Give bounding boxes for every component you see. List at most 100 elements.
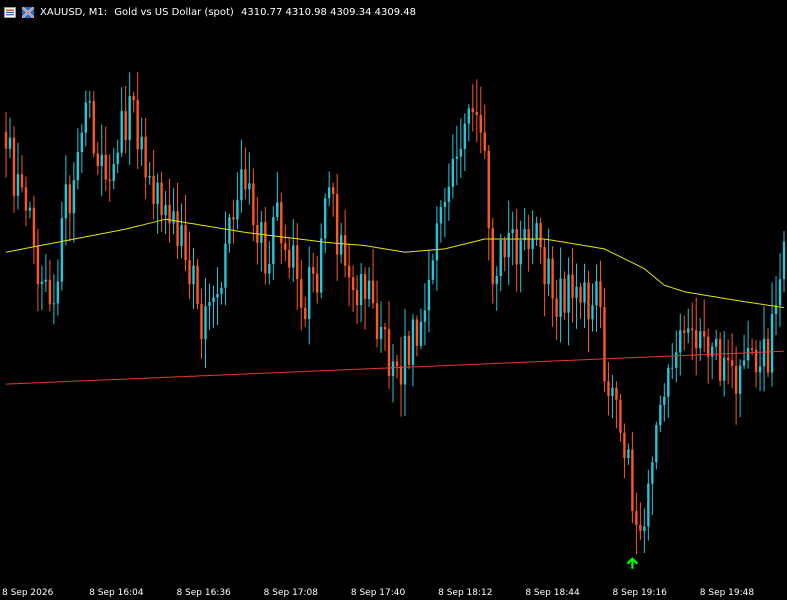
candle-body (439, 206, 443, 224)
candle-body (519, 240, 522, 265)
candle-body (363, 274, 367, 300)
x-tick-label: 8 Sep 16:36 (176, 588, 231, 598)
markers-group (626, 557, 639, 569)
candle-body (172, 211, 175, 224)
candle-body (531, 239, 534, 249)
candle-body (359, 274, 363, 306)
candle-body (104, 154, 107, 180)
candle-body (64, 184, 68, 219)
candle-body (395, 361, 399, 367)
candle-body (639, 525, 642, 532)
candle-body (635, 511, 638, 526)
candle-body (495, 276, 498, 284)
candle-body (196, 265, 199, 305)
candle-body (746, 348, 750, 361)
candle-body (144, 136, 147, 178)
candle-body (615, 387, 618, 400)
chart-window[interactable]: XAUUSD, M1: Gold vs US Dollar (spot) 431… (0, 0, 787, 600)
candle-body (726, 357, 730, 361)
candle-body (268, 263, 271, 274)
candle-body (607, 381, 610, 397)
candle-body (124, 111, 127, 141)
candle-body (140, 136, 143, 150)
x-tick-label: 8 Sep 17:40 (350, 588, 406, 598)
candle-body (76, 151, 80, 181)
candle-body (595, 281, 598, 306)
candle-body (483, 132, 486, 151)
x-tick-label: 8 Sep 18:12 (438, 588, 493, 598)
candle-body (108, 179, 111, 181)
candle-body (563, 278, 566, 313)
candle-body (778, 279, 782, 306)
x-tick-label: 8 Sep 19:16 (612, 588, 667, 598)
candle-body (4, 132, 8, 149)
candle-body (260, 222, 263, 243)
candle-body (72, 180, 76, 214)
candle-body (663, 396, 666, 405)
x-tick-label: 8 Sep 18:44 (525, 588, 580, 598)
candle-body (168, 204, 171, 224)
moving-averages-group (5, 218, 785, 385)
candle-body (710, 346, 714, 357)
candle-body (40, 281, 44, 284)
candle-body (200, 304, 203, 340)
candle-body (623, 432, 626, 459)
candle-body (567, 274, 570, 313)
candle-body (754, 349, 758, 373)
candle-body (659, 404, 662, 426)
candle-body (188, 260, 191, 285)
candle-body (224, 243, 227, 288)
candle-body (288, 249, 291, 268)
candle-body (691, 328, 694, 331)
candle-body (60, 218, 64, 282)
candle-body (176, 211, 179, 246)
candle-body (415, 319, 419, 346)
candle-body (96, 153, 99, 167)
candle-body (447, 186, 451, 202)
candle-body (475, 111, 478, 115)
price-chart[interactable] (0, 0, 787, 587)
candle-body (296, 245, 299, 280)
candle-body (120, 111, 123, 153)
symbol-label: XAUUSD, M1: (40, 6, 108, 18)
candle-body (758, 366, 762, 373)
candle-body (232, 217, 235, 220)
x-tick-label: 8 Sep 19:48 (699, 588, 755, 598)
candle-body (631, 449, 634, 512)
candle-body (327, 187, 331, 199)
candle-body (331, 187, 335, 194)
candle-body (583, 282, 586, 303)
candle-body (208, 302, 211, 307)
candle-body (32, 207, 36, 246)
candle-body (292, 245, 295, 268)
candle-body (44, 279, 48, 282)
candle-body (300, 279, 303, 308)
candle-body (714, 338, 718, 347)
candle-body (52, 303, 56, 305)
x-tick-label: 8 Sep 16:04 (89, 588, 144, 598)
candle-body (427, 279, 431, 311)
candle-body (555, 298, 558, 317)
candle-body (28, 207, 32, 211)
candle-body (371, 280, 375, 304)
candle-body (375, 303, 379, 340)
candle-body (36, 245, 40, 284)
candle-body (12, 137, 16, 196)
candle-body (8, 137, 12, 149)
candle-body (248, 183, 251, 190)
candle-body (276, 202, 279, 218)
candle-body (304, 307, 307, 320)
chart-menu-icon[interactable] (4, 6, 16, 18)
candle-body (499, 240, 502, 277)
candle-body (308, 267, 311, 320)
candle-body (403, 335, 407, 385)
candle-body (419, 321, 423, 346)
candle-body (379, 326, 383, 340)
candle-body (80, 132, 84, 152)
candle-body (220, 287, 223, 294)
candle-body (463, 123, 467, 149)
candle-body (619, 399, 622, 433)
candle-body (92, 101, 95, 154)
moving-average-fast-line (5, 218, 785, 309)
candle-body (164, 204, 167, 216)
